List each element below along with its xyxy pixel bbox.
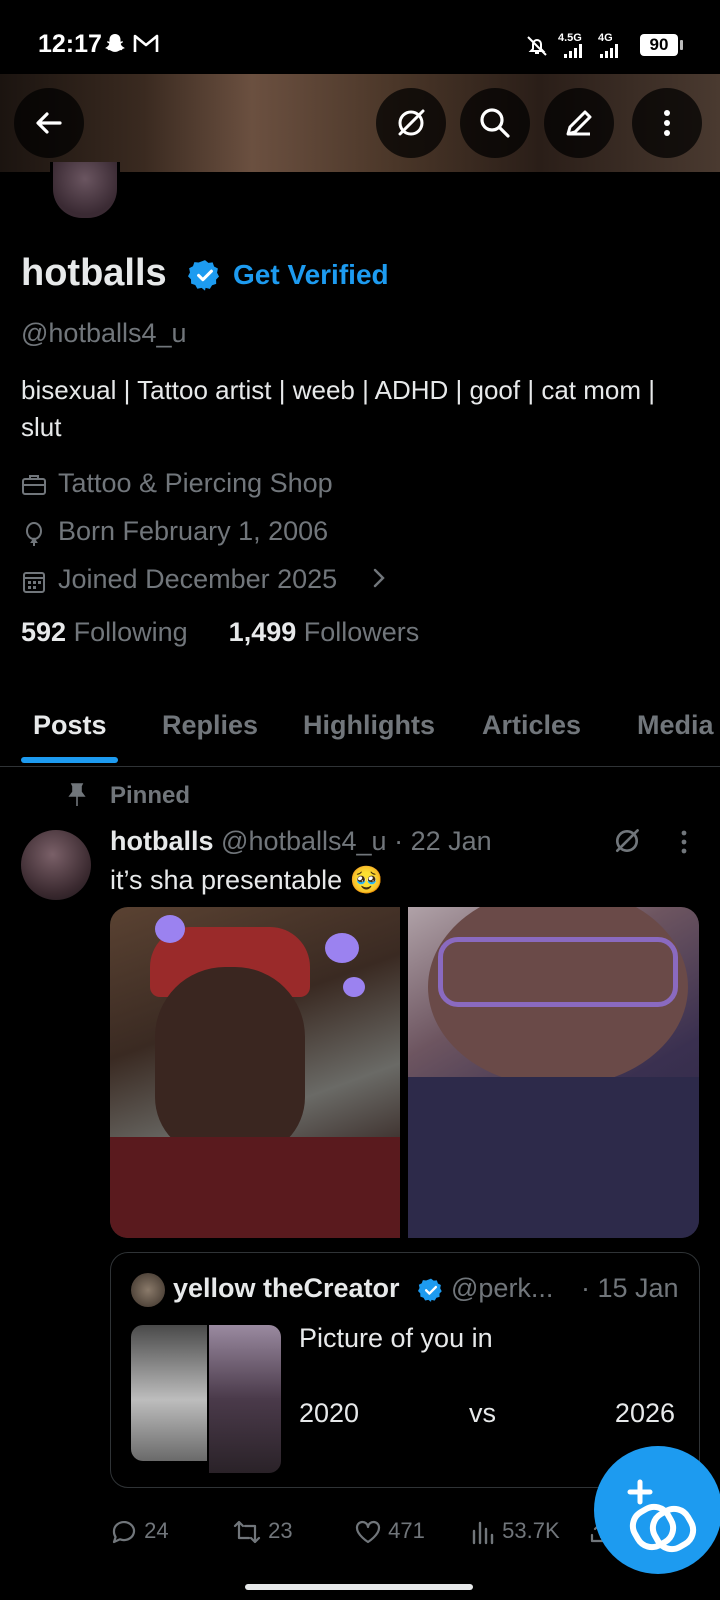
quoted-year-2: 2026 (614, 1398, 675, 1428)
quoted-author-handle: @perk... (451, 1273, 554, 1303)
back-button[interactable] (14, 88, 84, 158)
quoted-post[interactable]: yellow theCreator @perk... · 15 Jan Pict… (110, 1252, 700, 1488)
quoted-text-line-1: Picture of you in (299, 1323, 493, 1353)
quoted-thumbnail-2 (209, 1325, 281, 1473)
following-count: 592 (21, 617, 67, 647)
reply-button[interactable]: 24 (110, 1518, 169, 1546)
briefcase-icon (22, 475, 46, 495)
profile-name: hotballs (21, 252, 167, 294)
quoted-year-1: 2020 (299, 1398, 360, 1428)
repost-icon (233, 1521, 261, 1544)
heart-icon (355, 1521, 381, 1544)
edit-button[interactable] (544, 88, 614, 158)
tab-highlights[interactable]: Highlights (303, 710, 435, 741)
battery-icon: 90 (640, 34, 683, 56)
network-label-1: 4.5G (558, 32, 582, 44)
like-count: 471 (388, 1518, 425, 1543)
quoted-vs: vs (469, 1398, 496, 1428)
tab-articles[interactable]: Articles (482, 710, 581, 741)
gmail-icon (133, 34, 159, 52)
post-image-2[interactable] (408, 907, 699, 1238)
avatar[interactable] (50, 162, 120, 221)
chevron-right-icon (373, 568, 385, 588)
more-vertical-icon (664, 110, 670, 136)
post-image-1[interactable] (110, 907, 400, 1238)
joined-text: Joined December 2025 (58, 564, 338, 594)
gesture-nav-bar[interactable] (245, 1584, 473, 1590)
followers-count: 1,499 (228, 617, 297, 647)
get-verified-link[interactable]: Get Verified (233, 259, 389, 291)
more-vertical-icon[interactable] (672, 828, 696, 856)
tab-media[interactable]: Media (637, 710, 714, 741)
post-author-handle: @hotballs4_u (221, 826, 387, 856)
followers-link[interactable]: 1,499 Followers (229, 617, 420, 647)
category-text: Tattoo & Piercing Shop (58, 468, 333, 498)
back-arrow-icon (36, 112, 62, 134)
following-link[interactable]: 592 Following (21, 617, 188, 647)
post-header: hotballs @hotballs4_u · 22 Jan (110, 826, 492, 857)
like-button[interactable]: 471 (354, 1518, 425, 1545)
verified-badge-icon (418, 1278, 442, 1302)
views-button[interactable]: 53.7K (470, 1518, 560, 1545)
follow-stats: 592 Following 1,499 Followers (21, 617, 419, 648)
plus-spaces-icon (627, 1479, 697, 1553)
signal-icon (564, 44, 582, 58)
tab-replies[interactable]: Replies (162, 710, 258, 741)
views-chart-icon (472, 1521, 494, 1545)
views-count: 53.7K (502, 1518, 560, 1543)
post-author-name[interactable]: hotballs (110, 826, 214, 856)
snapchat-icon (105, 34, 125, 52)
balloon-icon (26, 522, 42, 546)
profile-bio: bisexual | Tattoo artist | weeb | ADHD |… (21, 375, 655, 442)
post-text: it’s sha presentable 🥹 (110, 865, 384, 895)
status-bar: 12:17 4.5G 4G 90 (0, 0, 720, 74)
reply-count: 24 (144, 1518, 169, 1543)
muted-bell-icon (527, 36, 547, 56)
repost-count: 23 (268, 1518, 293, 1543)
search-button[interactable] (460, 88, 530, 158)
network-label-2: 4G (598, 32, 613, 44)
active-tab-indicator (21, 757, 118, 763)
grok-button[interactable] (376, 88, 446, 158)
compose-post-fab[interactable] (594, 1446, 720, 1574)
verified-badge-icon[interactable] (188, 258, 222, 292)
birthdate-text: Born February 1, 2006 (58, 516, 329, 546)
post-date: · 22 Jan (394, 826, 492, 856)
pin-icon (68, 783, 86, 806)
following-label: Following (73, 617, 188, 647)
pinned-label: Pinned (110, 782, 191, 809)
profile-tabs: Posts Replies Highlights Articles Media (0, 680, 720, 767)
profile-handle: @hotballs4_u (21, 318, 187, 348)
tab-posts[interactable]: Posts (33, 710, 107, 741)
status-time: 12:17 (38, 30, 102, 58)
followers-label: Followers (303, 617, 420, 647)
post-author-avatar[interactable] (21, 830, 91, 900)
quoted-post-date: · 15 Jan (581, 1273, 679, 1303)
reply-icon (112, 1521, 136, 1544)
more-options-button[interactable] (632, 88, 702, 158)
search-icon (480, 108, 510, 138)
signal-icon (600, 44, 618, 58)
repost-button[interactable]: 23 (232, 1518, 293, 1546)
quoted-author-avatar (131, 1273, 165, 1307)
calendar-icon (23, 572, 45, 593)
grok-icon[interactable] (612, 826, 642, 856)
grok-icon (398, 109, 425, 136)
compose-icon (566, 110, 592, 136)
quoted-author-name: yellow theCreator (173, 1273, 400, 1303)
quoted-thumbnail-1 (131, 1325, 207, 1461)
